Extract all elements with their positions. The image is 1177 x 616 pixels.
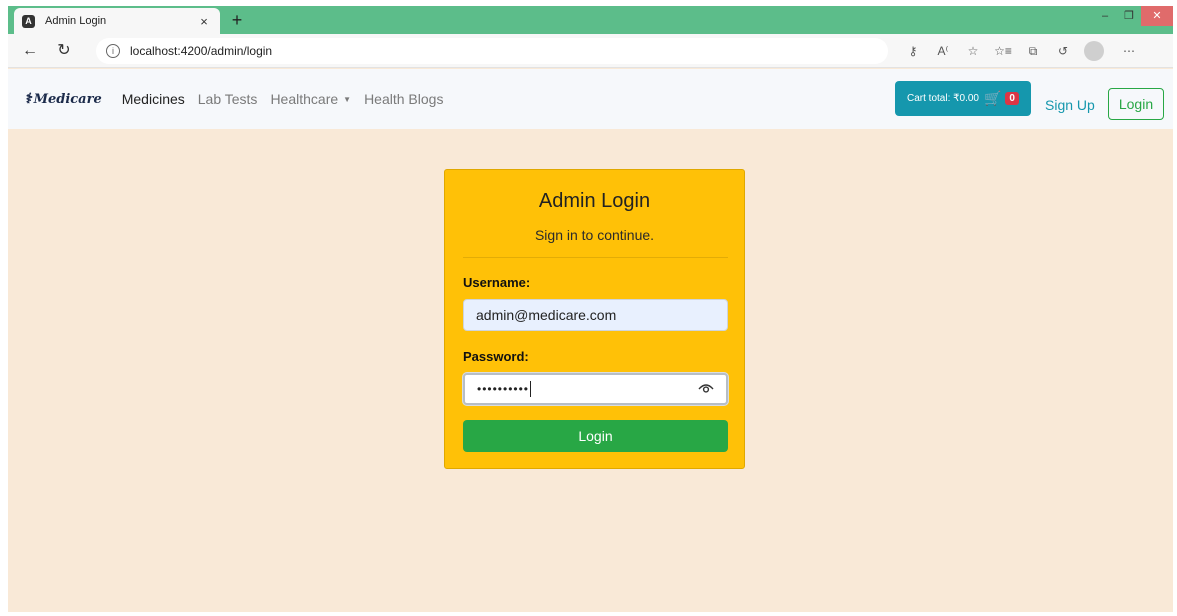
caret-down-icon: ▼ [343,95,352,104]
browser-window: A Admin Login × + – ❐ ✕ ← ↻ i localhost:… [8,6,1173,612]
username-input[interactable]: admin@medicare.com [463,299,728,331]
eye-icon-svg [698,384,714,393]
profile-avatar[interactable] [1084,40,1104,61]
restore-icon[interactable]: ❐ [1117,6,1141,26]
favorites-icon[interactable]: ☆≡ [988,39,1018,63]
angular-favicon-icon: A [22,14,35,28]
brand-logo[interactable]: ⚕ Medicare [24,91,102,107]
password-input[interactable]: •••••••••• [463,373,728,405]
history-icon[interactable]: ↺ [1048,39,1078,63]
nav-link-medicines[interactable]: Medicines [122,91,185,107]
card-divider [463,257,728,258]
nav-link-health-blogs[interactable]: Health Blogs [364,91,443,107]
key-icon[interactable]: ⚷ [898,39,928,63]
password-label: Password: [463,349,529,364]
signup-link[interactable]: Sign Up [1045,97,1095,113]
tab-close-icon[interactable]: × [196,14,212,29]
username-value: admin@medicare.com [476,307,617,323]
cart-icon: 🛒 [983,90,1002,106]
login-nav-button[interactable]: Login [1108,88,1164,120]
card-title: Admin Login [538,190,651,212]
cart-total-label: Cart total: ₹0.00 [907,93,979,104]
back-icon[interactable]: ← [18,39,42,63]
caduceus-icon: ⚕ [24,91,32,107]
window-controls: – ❐ ✕ [1093,6,1173,26]
nav-link-healthcare[interactable]: Healthcare ▼ [270,91,351,107]
password-value: •••••••••• [477,382,530,396]
minimize-icon[interactable]: – [1093,6,1117,26]
favorite-add-icon[interactable]: ☆ [958,39,988,63]
read-aloud-icon[interactable]: A⁽ [928,39,958,63]
nav-links: Medicines Lab Tests Healthcare ▼ Health B… [122,91,457,107]
card-subtitle: Sign in to continue. [534,227,655,243]
tab-strip: A Admin Login × + – ❐ ✕ [8,6,1173,34]
collections-icon[interactable]: ⧉ [1018,39,1048,63]
url-field[interactable]: i localhost:4200/admin/login [96,37,888,64]
site-navbar: ⚕ Medicare Medicines Lab Tests Healthcar… [8,69,1173,129]
admin-login-card: Admin Login Sign in to continue. Usernam… [444,169,745,469]
close-window-icon[interactable]: ✕ [1141,6,1173,26]
username-label: Username: [463,275,531,290]
toolbar-icons: ⚷ A⁽ ☆ ☆≡ ⧉ ↺ ⋯ [898,39,1144,63]
nav-link-lab-tests[interactable]: Lab Tests [198,91,258,107]
text-cursor [530,381,532,397]
reload-icon[interactable]: ↻ [52,39,76,63]
address-bar: ← ↻ i localhost:4200/admin/login ⚷ A⁽ ☆ … [8,34,1173,68]
cart-button[interactable]: Cart total: ₹0.00 🛒 0 [895,81,1031,116]
brand-name: Medicare [33,91,102,107]
nav-link-healthcare-label: Healthcare [270,91,339,107]
info-icon[interactable]: i [106,43,120,58]
login-submit-button[interactable]: Login [463,420,728,452]
browser-tab[interactable]: A Admin Login × [14,8,220,34]
cart-count-badge: 0 [1005,92,1019,105]
new-tab-button[interactable]: + [226,9,248,31]
tab-title: Admin Login [45,15,107,27]
url-text: localhost:4200/admin/login [130,43,273,58]
more-icon[interactable]: ⋯ [1114,39,1144,63]
eye-icon[interactable] [698,382,714,397]
